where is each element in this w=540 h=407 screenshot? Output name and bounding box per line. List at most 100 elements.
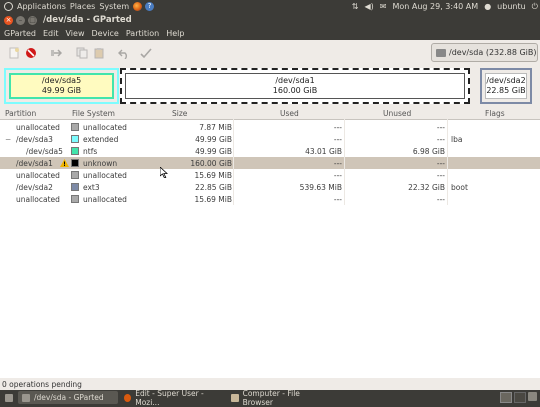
table-header: Partition File System Size Used Unused F… bbox=[0, 107, 540, 120]
status-text: 0 operations pending bbox=[2, 380, 82, 389]
table-row[interactable]: unallocated unallocated 15.69 MiB --- --… bbox=[0, 169, 540, 181]
taskbar-item-label: Computer - File Browser bbox=[242, 388, 300, 407]
user-name[interactable]: ubuntu bbox=[497, 2, 526, 11]
row-unused: --- bbox=[436, 123, 445, 132]
menu-partition[interactable]: Partition bbox=[126, 29, 159, 38]
row-flags: boot bbox=[451, 183, 468, 192]
menu-places[interactable]: Places bbox=[70, 2, 95, 11]
workspace-1[interactable] bbox=[500, 392, 512, 403]
collapse-icon[interactable]: − bbox=[5, 135, 11, 144]
folder-icon bbox=[231, 393, 239, 402]
minimize-icon[interactable]: – bbox=[16, 15, 25, 25]
gparted-icon bbox=[22, 393, 30, 402]
row-unused: --- bbox=[436, 159, 445, 168]
row-size: 15.69 MiB bbox=[194, 195, 232, 204]
diskmap-partition-sda2[interactable]: /dev/sda2 22.85 GiB bbox=[480, 68, 532, 104]
diskmap-sda2-size: 22.85 GiB bbox=[486, 86, 526, 95]
new-icon[interactable] bbox=[8, 47, 20, 59]
menu-gparted[interactable]: GParted bbox=[4, 29, 36, 38]
taskbar-item-label: /dev/sda - GParted bbox=[34, 393, 104, 402]
table-row[interactable]: − /dev/sda3 extended 49.99 GiB --- --- l… bbox=[0, 133, 540, 145]
filesystem-color-swatch bbox=[71, 147, 79, 155]
harddisk-icon bbox=[436, 48, 446, 57]
column-divider bbox=[447, 119, 448, 205]
diskmap-sda1-name: /dev/sda1 bbox=[275, 76, 315, 85]
column-divider bbox=[233, 119, 234, 205]
row-partition: /dev/sda5 bbox=[26, 147, 63, 156]
menu-applications[interactable]: Applications bbox=[17, 2, 66, 11]
diskmap-sda5-name: /dev/sda5 bbox=[41, 76, 82, 85]
row-filesystem: unknown bbox=[83, 159, 118, 168]
ubuntu-logo-icon[interactable] bbox=[4, 2, 13, 11]
delete-icon[interactable] bbox=[25, 47, 37, 59]
show-desktop-icon[interactable] bbox=[2, 391, 16, 404]
firefox-icon[interactable] bbox=[133, 2, 143, 11]
table-row[interactable]: unallocated unallocated 7.87 MiB --- --- bbox=[0, 121, 540, 133]
maximize-icon[interactable]: □ bbox=[28, 15, 37, 25]
header-used[interactable]: Used bbox=[280, 109, 299, 118]
close-icon[interactable]: × bbox=[4, 15, 13, 25]
row-used: --- bbox=[333, 195, 342, 204]
row-partition: /dev/sda2 bbox=[16, 183, 53, 192]
diskmap-sda1-size: 160.00 GiB bbox=[272, 86, 318, 95]
row-size: 160.00 GiB bbox=[190, 159, 232, 168]
menu-edit[interactable]: Edit bbox=[43, 29, 59, 38]
undo-icon[interactable] bbox=[118, 47, 130, 59]
diskmap-partition-sda5[interactable]: /dev/sda5 49.99 GiB bbox=[4, 68, 119, 104]
diskmap-sda5-size: 49.99 GiB bbox=[41, 86, 82, 95]
filesystem-color-swatch bbox=[71, 123, 79, 131]
menubar: GParted Edit View Device Partition Help bbox=[0, 27, 540, 40]
menu-system[interactable]: System bbox=[99, 2, 129, 11]
workspace-2[interactable] bbox=[514, 392, 526, 403]
row-partition: unallocated bbox=[16, 195, 60, 204]
row-unused: 22.32 GiB bbox=[408, 183, 445, 192]
row-used: --- bbox=[333, 123, 342, 132]
table-row[interactable]: unallocated unallocated 15.69 MiB --- --… bbox=[0, 193, 540, 205]
help-icon[interactable]: ? bbox=[145, 2, 155, 11]
row-partition: unallocated bbox=[16, 171, 60, 180]
row-used: 539.63 MiB bbox=[299, 183, 342, 192]
system-tray: ⇅ ◀) ✉ Mon Aug 29, 3:40 AM ● ubuntu ⏻ bbox=[352, 0, 538, 13]
row-unused: 6.98 GiB bbox=[412, 147, 445, 156]
taskbar-item-firefox[interactable]: Edit - Super User - Mozi... bbox=[120, 388, 225, 407]
row-filesystem: unallocated bbox=[83, 171, 127, 180]
copy-icon[interactable] bbox=[76, 47, 88, 59]
volume-icon[interactable]: ◀) bbox=[364, 2, 373, 11]
workspace-switcher[interactable] bbox=[500, 392, 537, 403]
header-filesystem[interactable]: File System bbox=[72, 109, 115, 118]
table-row[interactable]: /dev/sda2 ext3 22.85 GiB 539.63 MiB 22.3… bbox=[0, 181, 540, 193]
network-icon[interactable]: ⇅ bbox=[352, 2, 359, 11]
trash-icon[interactable] bbox=[528, 392, 537, 401]
mail-icon[interactable]: ✉ bbox=[380, 2, 387, 11]
row-size: 49.99 GiB bbox=[195, 135, 232, 144]
user-icon[interactable]: ● bbox=[484, 2, 491, 11]
apply-icon[interactable] bbox=[140, 47, 152, 59]
menu-view[interactable]: View bbox=[66, 29, 85, 38]
taskbar-item-gparted[interactable]: /dev/sda - GParted bbox=[18, 391, 118, 404]
table-row-selected[interactable]: /dev/sda1 unknown 160.00 GiB --- --- bbox=[0, 157, 540, 169]
row-filesystem: ntfs bbox=[83, 147, 98, 156]
row-used: --- bbox=[333, 159, 342, 168]
menu-device[interactable]: Device bbox=[91, 29, 118, 38]
header-size[interactable]: Size bbox=[172, 109, 187, 118]
row-size: 49.99 GiB bbox=[195, 147, 232, 156]
taskbar-item-file-browser[interactable]: Computer - File Browser bbox=[227, 388, 332, 407]
power-icon[interactable]: ⏻ bbox=[532, 2, 538, 12]
menu-help[interactable]: Help bbox=[166, 29, 184, 38]
taskbar-item-label: Edit - Super User - Mozi... bbox=[135, 388, 204, 407]
row-partition: /dev/sda3 bbox=[16, 135, 53, 144]
row-filesystem: unallocated bbox=[83, 195, 127, 204]
row-filesystem: ext3 bbox=[83, 183, 100, 192]
header-flags[interactable]: Flags bbox=[485, 109, 505, 118]
header-unused[interactable]: Unused bbox=[383, 109, 411, 118]
column-divider bbox=[344, 119, 345, 205]
header-partition[interactable]: Partition bbox=[5, 109, 36, 118]
row-unused: --- bbox=[436, 195, 445, 204]
diskmap-partition-sda1[interactable]: /dev/sda1 160.00 GiB bbox=[120, 68, 470, 104]
paste-icon[interactable] bbox=[93, 47, 105, 59]
row-unused: --- bbox=[436, 171, 445, 180]
device-selector[interactable]: /dev/sda (232.88 GiB) bbox=[431, 43, 538, 62]
clock[interactable]: Mon Aug 29, 3:40 AM bbox=[392, 2, 478, 11]
table-row[interactable]: /dev/sda5 ntfs 49.99 GiB 43.01 GiB 6.98 … bbox=[0, 145, 540, 157]
resize-move-icon[interactable] bbox=[50, 47, 62, 59]
